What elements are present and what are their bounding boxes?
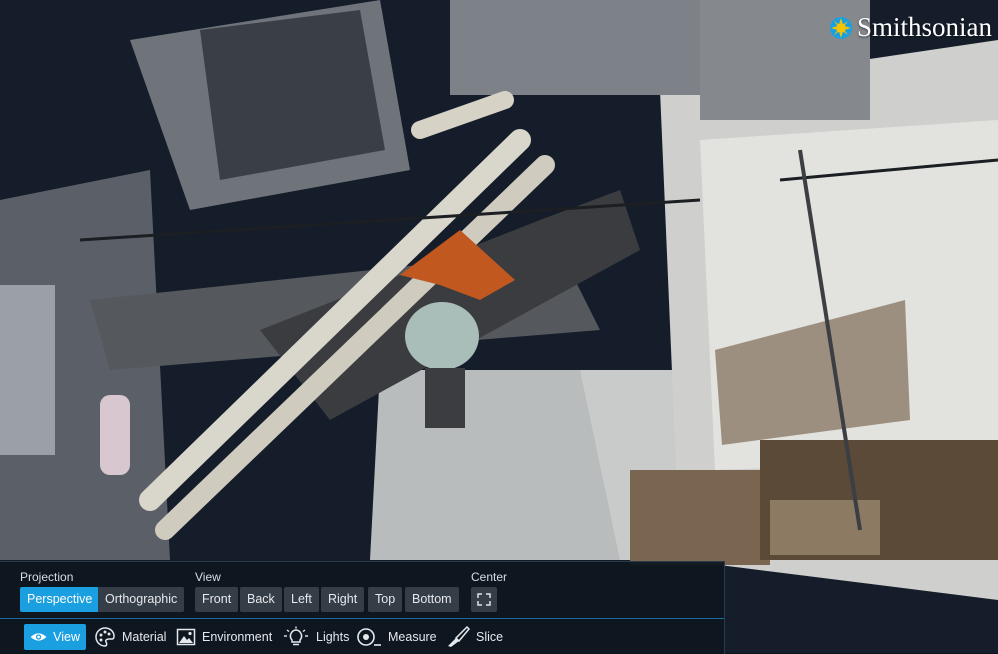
tab-lights-label: Lights: [316, 630, 350, 644]
view-label: View: [195, 570, 221, 584]
eye-icon: [30, 633, 47, 641]
tab-environment-label: Environment: [202, 630, 273, 644]
tab-view[interactable]: View: [24, 624, 86, 650]
front-view-button[interactable]: Front: [195, 587, 239, 612]
back-view-button[interactable]: Back: [240, 587, 282, 612]
tab-material-label: Material: [122, 630, 167, 644]
tab-material[interactable]: Material: [88, 624, 172, 650]
panel-divider: [0, 618, 724, 619]
left-view-button[interactable]: Left: [284, 587, 319, 612]
tab-measure[interactable]: Measure: [350, 624, 443, 650]
right-view-button[interactable]: Right: [321, 587, 365, 612]
top-view-button[interactable]: Top: [368, 587, 403, 612]
tool-tabs: View Material Environment Lights Measure…: [0, 624, 724, 652]
image-icon: [176, 628, 196, 646]
tab-environment[interactable]: Environment: [170, 624, 278, 650]
tab-slice-label: Slice: [476, 630, 504, 644]
3d-viewport[interactable]: [0, 0, 998, 653]
cockpit-scene: [0, 0, 998, 653]
tab-view-label: View: [53, 630, 80, 644]
measure-icon: [357, 628, 381, 646]
center-label: Center: [471, 570, 508, 584]
knife-icon: [448, 626, 470, 647]
sun-logo-icon: [829, 16, 853, 40]
brand-name: Smithsonian: [856, 12, 992, 42]
projection-label: Projection: [20, 570, 74, 584]
lightbulb-icon: [284, 626, 308, 646]
smithsonian-logo: Smithsonian: [829, 12, 992, 43]
center-button[interactable]: [471, 587, 497, 612]
fullscreen-icon: [477, 593, 491, 606]
tab-lights[interactable]: Lights: [276, 624, 355, 650]
bottom-view-button[interactable]: Bottom: [405, 587, 459, 612]
tab-measure-label: Measure: [388, 630, 437, 644]
view-settings-panel: Projection Perspective Orthographic View…: [0, 561, 725, 654]
orthographic-button[interactable]: Orthographic: [98, 587, 185, 612]
palette-icon: [95, 627, 115, 647]
perspective-button[interactable]: Perspective: [20, 587, 100, 612]
tab-slice[interactable]: Slice: [440, 624, 509, 650]
